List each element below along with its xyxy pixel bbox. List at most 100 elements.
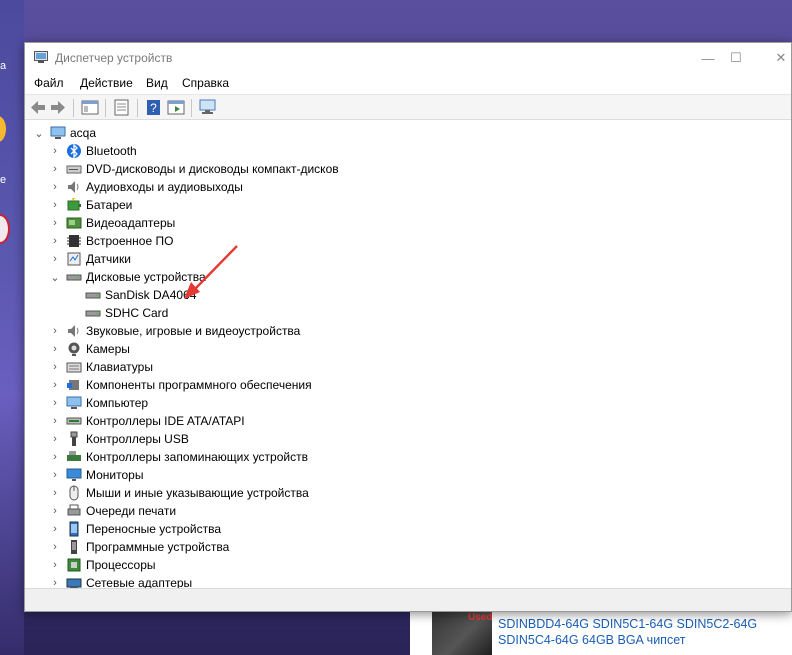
window-title: Диспетчер устройств (55, 51, 173, 65)
expand-chevron-icon[interactable]: › (49, 379, 61, 391)
maximize-button[interactable]: ☐ (713, 43, 759, 73)
tree-category-node[interactable]: › Bluetooth (49, 142, 137, 160)
expand-chevron-icon[interactable]: › (49, 451, 61, 463)
printer-icon (67, 504, 81, 516)
tree-category-node[interactable]: › Звуковые, игровые и видеоустройства (49, 322, 300, 340)
menu-file[interactable]: Файл (34, 76, 64, 90)
tree-category-label: Контроллеры USB (86, 432, 189, 446)
scan-hardware-icon[interactable] (199, 99, 217, 116)
tree-category-label: Компьютер (86, 396, 149, 410)
toolbar: ? (25, 94, 791, 120)
tree-device-label: SDHC Card (105, 306, 169, 320)
menu-action[interactable]: Действие (80, 76, 133, 90)
tree-category-node[interactable]: › Мыши и иные указывающие устройства (49, 484, 309, 502)
tree-category-node[interactable]: › Аудиовходы и аудиовыходы (49, 178, 243, 196)
tree-category-node[interactable]: › DVD-дисководы и дисководы компакт-диско… (49, 160, 339, 178)
software-device-icon (71, 540, 77, 554)
tree-category-node[interactable]: › Мониторы (49, 466, 143, 484)
expand-chevron-icon[interactable]: › (49, 217, 61, 229)
tree-category-label: Контроллеры запоминающих устройств (86, 450, 308, 464)
tree-category-node[interactable]: › Очереди печати (49, 502, 176, 520)
tree-category-node[interactable]: › Контроллеры USB (49, 430, 189, 448)
collapse-chevron-icon[interactable]: ⌄ (33, 127, 45, 140)
menu-bar: Файл Действие Вид Справка (25, 73, 791, 94)
desktop-text-fragment: e (0, 174, 7, 186)
menu-help[interactable]: Справка (182, 76, 229, 90)
expand-chevron-icon[interactable]: › (49, 145, 61, 157)
desktop-text-fragment: a (0, 60, 7, 72)
expand-chevron-icon[interactable]: › (49, 523, 61, 535)
expand-chevron-icon[interactable]: › (49, 487, 61, 499)
firmware-icon (67, 235, 81, 247)
annotation-arrow-icon (184, 245, 238, 299)
tree-category-node[interactable]: › Встроенное ПО (49, 232, 173, 250)
tree-category-label: Мыши и иные указывающие устройства (86, 486, 309, 500)
tree-category-label: Звуковые, игровые и видеоустройства (86, 324, 301, 338)
tree-category-label: Видеоадаптеры (86, 216, 176, 230)
back-arrow-icon[interactable] (29, 99, 47, 116)
usb-icon (70, 431, 78, 446)
tree-category-label: Контроллеры IDE ATA/ATAPI (86, 414, 245, 428)
sensor-icon (67, 252, 81, 266)
tree-category-node[interactable]: › Контроллеры IDE ATA/ATAPI (49, 412, 245, 430)
toolbar-separator (191, 99, 192, 117)
tree-category-node[interactable]: › Компьютер (49, 394, 148, 412)
tree-category-node[interactable]: › Батареи (49, 196, 132, 214)
expand-chevron-icon[interactable]: › (49, 199, 61, 211)
dvd-drive-icon (66, 165, 82, 174)
tree-category-node[interactable]: › Программные устройства (49, 538, 229, 556)
disk-drive-icon (85, 292, 101, 299)
expand-chevron-icon[interactable]: › (49, 433, 61, 445)
expand-chevron-icon[interactable]: › (49, 559, 61, 571)
expand-chevron-icon[interactable]: › (49, 325, 61, 337)
expand-chevron-icon[interactable]: › (49, 235, 61, 247)
tree-category-node[interactable]: › Камеры (49, 340, 130, 358)
portable-device-icon (69, 521, 79, 537)
tree-category-label: Bluetooth (86, 144, 137, 158)
device-manager-icon (34, 51, 48, 63)
menu-view[interactable]: Вид (146, 76, 168, 90)
title-bar[interactable]: Диспетчер устройств — ☐ ✕ (25, 43, 791, 73)
bluetooth-icon (67, 143, 81, 159)
tree-category-node[interactable]: › Компоненты программного обеспечения (49, 376, 311, 394)
tree-device-node[interactable]: SDHC Card (85, 304, 168, 322)
monitor-icon (66, 468, 82, 481)
tree-category-label: Камеры (86, 342, 130, 356)
expand-chevron-icon[interactable]: › (49, 253, 61, 265)
expand-chevron-icon[interactable]: › (49, 505, 61, 517)
expand-chevron-icon[interactable]: › (49, 181, 61, 193)
tree-category-node[interactable]: › Переносные устройства (49, 520, 221, 538)
tree-category-label: Мониторы (86, 468, 144, 482)
help-icon[interactable]: ? (145, 99, 163, 116)
forward-arrow-icon[interactable] (49, 99, 67, 116)
toolbar-separator (137, 99, 138, 117)
desktop-background (0, 0, 24, 655)
expand-chevron-icon[interactable]: › (49, 397, 61, 409)
tree-category-node[interactable]: › Клавиатуры (49, 358, 153, 376)
tree-root-node[interactable]: ⌄ acqa (33, 124, 96, 142)
tree-category-label: Очереди печати (86, 504, 177, 518)
toolbar-separator (105, 99, 106, 117)
expand-chevron-icon[interactable]: › (49, 343, 61, 355)
tree-category-label: Программные устройства (86, 540, 230, 554)
expand-chevron-icon[interactable]: › (49, 469, 61, 481)
svg-text:?: ? (150, 101, 157, 115)
expand-chevron-icon[interactable]: › (49, 163, 61, 175)
tree-category-label: Аудиовходы и аудиовыходы (86, 180, 243, 194)
collapse-chevron-icon[interactable]: ⌄ (49, 271, 61, 284)
tree-category-node[interactable]: › Процессоры (49, 556, 155, 574)
tree-category-label: DVD-дисководы и дисководы компакт-дисков (86, 162, 339, 176)
tree-category-node[interactable]: › Видеоадаптеры (49, 214, 175, 232)
tree-category-node[interactable]: › Контроллеры запоминающих устройств (49, 448, 308, 466)
disk-drive-icon (85, 310, 101, 317)
expand-chevron-icon[interactable]: › (49, 541, 61, 553)
tree-category-node[interactable]: › Датчики (49, 250, 131, 268)
close-button[interactable]: ✕ (758, 43, 792, 73)
properties-icon[interactable] (113, 99, 131, 116)
console-tree-icon[interactable] (81, 99, 99, 116)
tree-category-label: Переносные устройства (86, 522, 222, 536)
expand-chevron-icon[interactable]: › (49, 415, 61, 427)
expand-chevron-icon[interactable]: › (49, 361, 61, 373)
camera-icon (68, 342, 80, 356)
run-view-icon[interactable] (167, 99, 185, 116)
